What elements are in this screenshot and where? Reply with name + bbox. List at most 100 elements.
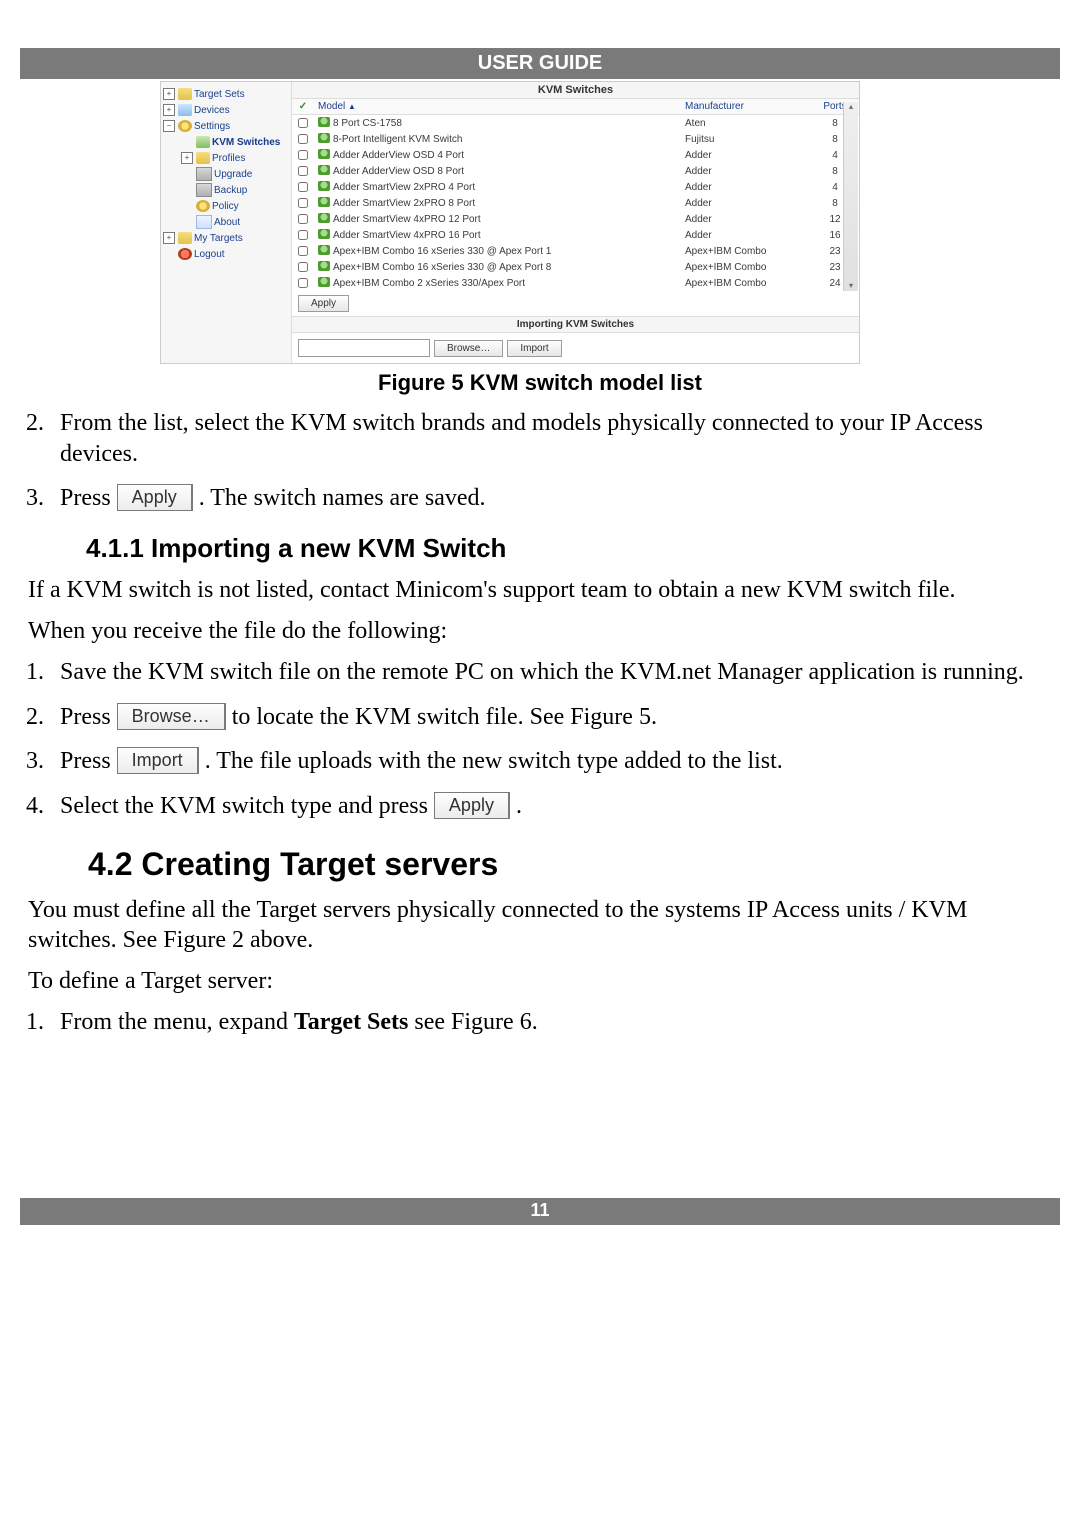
tree-upgrade[interactable]: Upgrade xyxy=(163,166,291,182)
cell-model: Adder AdderView OSD 8 Port xyxy=(314,163,681,179)
tree-item-label: About xyxy=(214,217,240,228)
table-row: Adder SmartView 2xPRO 4 PortAdder4 xyxy=(292,179,859,195)
row-checkbox[interactable] xyxy=(298,246,308,256)
tree-profiles[interactable]: + Profiles xyxy=(163,150,291,166)
cell-manufacturer: Adder xyxy=(681,179,811,195)
page-footer: 11 xyxy=(20,1198,1060,1225)
import-step-1: Save the KVM switch file on the remote P… xyxy=(50,657,1056,688)
cell-model: Adder AdderView OSD 4 Port xyxy=(314,147,681,163)
cell-model: Apex+IBM Combo 16 xSeries 330 @ Apex Por… xyxy=(314,259,681,275)
kvm-switch-icon xyxy=(318,245,330,255)
apply-button[interactable]: Apply xyxy=(298,295,349,312)
cell-manufacturer: Adder xyxy=(681,195,811,211)
doc-icon xyxy=(196,215,212,229)
kvm-switch-icon xyxy=(318,229,330,239)
tree-expander-icon[interactable]: − xyxy=(163,120,175,132)
tree-kvm-switches[interactable]: KVM Switches xyxy=(163,134,291,150)
row-checkbox[interactable] xyxy=(298,150,308,160)
row-checkbox[interactable] xyxy=(298,166,308,176)
tree-item-label: Devices xyxy=(194,105,230,116)
tree-expander-icon[interactable]: + xyxy=(163,104,175,116)
import-button[interactable]: Import xyxy=(507,340,561,357)
pane-title: KVM Switches xyxy=(292,82,859,99)
kvm-switch-icon xyxy=(318,277,330,287)
check-icon: ✓ xyxy=(299,101,307,112)
kvm-switch-icon xyxy=(318,149,330,159)
tree-expander-icon[interactable]: + xyxy=(181,152,193,164)
table-row: Apex+IBM Combo 2 xSeries 330/Apex PortAp… xyxy=(292,275,859,291)
import-section-title: Importing KVM Switches xyxy=(292,316,859,333)
kvm-switch-icon xyxy=(318,133,330,143)
tree-expander-icon[interactable]: + xyxy=(163,232,175,244)
table-row: Adder SmartView 4xPRO 16 PortAdder16 xyxy=(292,227,859,243)
kvm-switch-icon xyxy=(318,165,330,175)
tree-expander-icon[interactable]: + xyxy=(163,88,175,100)
step-2: From the list, select the KVM switch bra… xyxy=(50,408,1056,469)
row-checkbox[interactable] xyxy=(298,182,308,192)
tree-item-label: Profiles xyxy=(212,153,245,164)
heading-4-2: 4.2 Creating Target servers xyxy=(88,844,1056,885)
col-model[interactable]: Model ▲ xyxy=(314,99,681,115)
vertical-scrollbar[interactable]: ▴ ▾ xyxy=(843,102,858,291)
gear-icon xyxy=(178,120,192,132)
cell-model: Adder SmartView 4xPRO 12 Port xyxy=(314,211,681,227)
tree-expander-icon xyxy=(181,184,193,196)
cell-model: Apex+IBM Combo 16 xSeries 330 @ Apex Por… xyxy=(314,243,681,259)
tree-expander-icon xyxy=(181,136,193,148)
kvm-switch-icon xyxy=(318,261,330,271)
scroll-down-icon[interactable]: ▾ xyxy=(844,281,858,291)
row-checkbox[interactable] xyxy=(298,134,308,144)
para-411a: If a KVM switch is not listed, contact M… xyxy=(28,575,1052,606)
row-checkbox[interactable] xyxy=(298,118,308,128)
col-check[interactable]: ✓ xyxy=(292,99,314,115)
cell-manufacturer: Aten xyxy=(681,115,811,132)
import-step-3: Press Import . The file uploads with the… xyxy=(50,746,1056,777)
tree-devices[interactable]: + Devices xyxy=(163,102,291,118)
document-body: From the list, select the KVM switch bra… xyxy=(20,408,1060,1038)
cell-model: Adder SmartView 2xPRO 8 Port xyxy=(314,195,681,211)
row-checkbox[interactable] xyxy=(298,214,308,224)
tree-backup[interactable]: Backup xyxy=(163,182,291,198)
import-step-2: Press Browse… to locate the KVM switch f… xyxy=(50,702,1056,733)
folder-icon xyxy=(178,232,192,244)
import-file-path[interactable] xyxy=(298,339,430,357)
import-button-inline[interactable]: Import xyxy=(117,747,199,774)
table-row: 8 Port CS-1758Aten8 xyxy=(292,115,859,132)
tree-target-sets[interactable]: +Target Sets xyxy=(163,86,291,102)
cell-manufacturer: Fujitsu xyxy=(681,131,811,147)
col-manufacturer[interactable]: Manufacturer xyxy=(681,99,811,115)
apply-button-inline[interactable]: Apply xyxy=(117,484,193,511)
row-checkbox[interactable] xyxy=(298,262,308,272)
box-icon xyxy=(196,167,212,181)
tree-about[interactable]: About xyxy=(163,214,291,230)
tree-expander-icon xyxy=(181,200,193,212)
cell-manufacturer: Adder xyxy=(681,147,811,163)
kvm-switch-table: ✓ Model ▲ Manufacturer Ports 8 Port CS-1… xyxy=(292,99,859,291)
para-42a: You must define all the Target servers p… xyxy=(28,895,1052,956)
para-42b: To define a Target server: xyxy=(28,966,1052,997)
row-checkbox[interactable] xyxy=(298,198,308,208)
tree-policy[interactable]: Policy xyxy=(163,198,291,214)
table-row: Adder SmartView 4xPRO 12 PortAdder12 xyxy=(292,211,859,227)
tree-item-label: Policy xyxy=(212,201,239,212)
import-step-4: Select the KVM switch type and press App… xyxy=(50,791,1056,822)
nav-tree: +Target Sets+Devices−SettingsKVM Switche… xyxy=(161,82,291,363)
tree-expander-icon xyxy=(181,168,193,180)
row-checkbox[interactable] xyxy=(298,278,308,288)
figure-caption: Figure 5 KVM switch model list xyxy=(20,370,1060,396)
table-row: 8-Port Intelligent KVM SwitchFujitsu8 xyxy=(292,131,859,147)
tree-logout[interactable]: Logout xyxy=(163,246,291,262)
tree-settings[interactable]: −Settings xyxy=(163,118,291,134)
scroll-up-icon[interactable]: ▴ xyxy=(844,102,858,112)
apply-button-inline-2[interactable]: Apply xyxy=(434,792,510,819)
table-row: Adder SmartView 2xPRO 8 PortAdder8 xyxy=(292,195,859,211)
define-step-1: From the menu, expand Target Sets see Fi… xyxy=(50,1007,1056,1038)
browse-button-inline[interactable]: Browse… xyxy=(117,703,226,730)
tree-my-targets[interactable]: +My Targets xyxy=(163,230,291,246)
cell-model: Adder SmartView 4xPRO 16 Port xyxy=(314,227,681,243)
row-checkbox[interactable] xyxy=(298,230,308,240)
tree-item-label: KVM Switches xyxy=(212,137,280,148)
figure-5-screenshot: +Target Sets+Devices−SettingsKVM Switche… xyxy=(160,81,860,364)
browse-button[interactable]: Browse… xyxy=(434,340,503,357)
gear-icon xyxy=(196,200,210,212)
